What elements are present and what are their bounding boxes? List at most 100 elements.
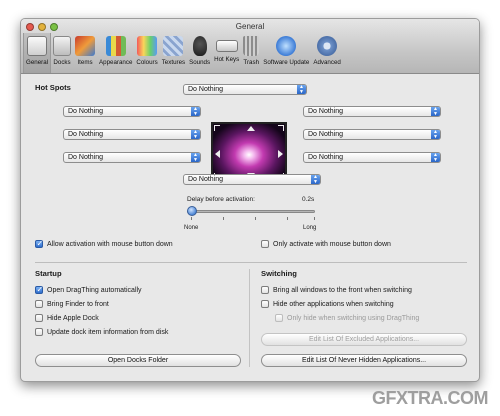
slider-max-label: Long xyxy=(303,225,317,231)
toolbar-colours[interactable]: Colours xyxy=(134,33,159,73)
toolbar-label: Appearance xyxy=(99,59,133,66)
checkbox-label: Bring all windows to the front when swit… xyxy=(273,286,412,294)
popup-value: Do Nothing xyxy=(68,154,104,161)
advanced-icon xyxy=(317,36,338,56)
hot-spot-right-middle-popup[interactable]: Do Nothing ▲ ▼ xyxy=(303,129,441,140)
chevron-up-down-icon: ▲ ▼ xyxy=(431,130,440,139)
toolbar-label: Docks xyxy=(53,59,71,66)
chevron-up-down-icon: ▲ ▼ xyxy=(191,153,200,162)
startup-title: Startup xyxy=(35,269,62,278)
toolbar-label: Hot Keys xyxy=(214,56,240,63)
colours-icon xyxy=(137,36,158,56)
window-title: General xyxy=(235,22,265,31)
hot-spot-right-bottom-popup[interactable]: Do Nothing ▲ ▼ xyxy=(303,152,441,163)
popup-value: Do Nothing xyxy=(188,86,224,93)
corner-marker-icon xyxy=(278,125,284,131)
delay-slider-track[interactable] xyxy=(187,210,315,213)
open-automatically-checkbox[interactable]: Open DragThing automatically xyxy=(35,285,142,294)
delay-value: 0.2s xyxy=(302,196,315,203)
hot-spot-top-popup[interactable]: Do Nothing ▲ ▼ xyxy=(183,84,307,95)
hot-keys-icon xyxy=(215,40,238,52)
hide-apple-dock-checkbox[interactable]: Hide Apple Dock xyxy=(35,314,99,322)
checkbox-box[interactable] xyxy=(261,286,269,294)
checkbox-box[interactable] xyxy=(35,300,43,308)
update-dock-info-checkbox[interactable]: Update dock item information from disk xyxy=(35,328,168,336)
popup-value: Do Nothing xyxy=(68,131,104,138)
delay-label: Delay before activation: xyxy=(187,196,255,203)
hot-spot-left-middle-popup[interactable]: Do Nothing ▲ ▼ xyxy=(63,129,201,140)
checkbox-box[interactable] xyxy=(35,285,43,294)
toolbar-trash[interactable]: Trash xyxy=(241,33,261,73)
slider-min-label: None xyxy=(184,225,199,231)
popup-value: Do Nothing xyxy=(68,108,104,115)
toolbar-label: Trash xyxy=(243,59,260,66)
only-mouse-down-checkbox[interactable]: Only activate with mouse button down xyxy=(261,240,391,248)
toolbar-appearance[interactable]: Appearance xyxy=(97,33,134,73)
checkbox-box[interactable] xyxy=(261,300,269,308)
toolbar-general[interactable]: General xyxy=(23,33,52,73)
hot-spot-left-top-popup[interactable]: Do Nothing ▲ ▼ xyxy=(63,106,201,117)
switching-title: Switching xyxy=(261,269,297,278)
popup-value: Do Nothing xyxy=(308,131,344,138)
allow-mouse-down-checkbox[interactable]: Allow activation with mouse button down xyxy=(35,239,173,248)
hot-spots-title: Hot Spots xyxy=(35,83,71,92)
hot-spot-right-top-popup[interactable]: Do Nothing ▲ ▼ xyxy=(303,106,441,117)
slider-tick xyxy=(223,217,224,220)
appearance-icon xyxy=(105,36,126,56)
checkbox-box[interactable] xyxy=(35,239,43,248)
bring-finder-checkbox[interactable]: Bring Finder to front xyxy=(35,300,109,308)
toolbar-docks[interactable]: Docks xyxy=(51,33,73,73)
open-docks-folder-button[interactable]: Open Docks Folder xyxy=(35,354,241,367)
toolbar-advanced[interactable]: Advanced xyxy=(311,33,343,73)
software-update-icon xyxy=(276,36,297,56)
checkbox-box[interactable] xyxy=(261,240,269,248)
screen-preview xyxy=(211,122,287,182)
slider-tick xyxy=(191,217,192,220)
checkbox-label: Hide other applications when switching xyxy=(273,300,394,308)
checkbox-label: Open DragThing automatically xyxy=(47,286,142,294)
checkbox-box[interactable] xyxy=(275,314,283,322)
edit-never-hidden-apps-button[interactable]: Edit List Of Never Hidden Applications..… xyxy=(261,354,467,367)
popup-value: Do Nothing xyxy=(188,176,224,183)
popup-value: Do Nothing xyxy=(308,154,344,161)
title-bar: General General Docks Items Appearance C… xyxy=(21,19,479,74)
chevron-up-down-icon: ▲ ▼ xyxy=(431,153,440,162)
general-icon xyxy=(27,36,47,56)
hot-spot-bottom-popup[interactable]: Do Nothing ▲ ▼ xyxy=(183,174,321,185)
textures-icon xyxy=(163,36,184,56)
checkbox-box[interactable] xyxy=(35,314,43,322)
slider-tick xyxy=(255,217,256,220)
slider-tick xyxy=(314,217,315,220)
hide-other-apps-checkbox[interactable]: Hide other applications when switching xyxy=(261,300,394,308)
toolbar-label: Items xyxy=(77,59,93,66)
toolbar-software-update[interactable]: Software Update xyxy=(261,33,311,73)
chevron-up-down-icon: ▲ ▼ xyxy=(191,107,200,116)
chevron-up-down-icon: ▲ ▼ xyxy=(311,175,320,184)
toolbar-label: Sounds xyxy=(189,59,211,66)
slider-tick xyxy=(287,217,288,220)
only-hide-dragthing-checkbox[interactable]: Only hide when switching using DragThing xyxy=(275,314,419,322)
docks-icon xyxy=(53,36,72,56)
checkbox-label: Bring Finder to front xyxy=(47,300,109,308)
checkbox-box[interactable] xyxy=(35,328,43,336)
items-icon xyxy=(75,36,96,56)
bring-all-windows-checkbox[interactable]: Bring all windows to the front when swit… xyxy=(261,286,412,294)
toolbar-items[interactable]: Items xyxy=(73,33,97,73)
delay-slider-thumb[interactable] xyxy=(187,206,197,216)
preferences-toolbar: General Docks Items Appearance Colours T… xyxy=(23,33,343,73)
hot-spot-left-bottom-popup[interactable]: Do Nothing ▲ ▼ xyxy=(63,152,201,163)
arrow-left-icon xyxy=(215,150,220,158)
toolbar-textures[interactable]: Textures xyxy=(160,33,187,73)
checkbox-label: Allow activation with mouse button down xyxy=(47,240,173,248)
preferences-window: General General Docks Items Appearance C… xyxy=(20,18,480,382)
checkbox-label: Only hide when switching using DragThing xyxy=(287,314,420,322)
edit-excluded-apps-button[interactable]: Edit List Of Excluded Applications... xyxy=(261,333,467,346)
toolbar-sounds[interactable]: Sounds xyxy=(187,33,212,73)
watermark-text: GFXTRA.COM xyxy=(372,388,489,408)
popup-value: Do Nothing xyxy=(308,108,344,115)
checkbox-label: Update dock item information from disk xyxy=(47,328,169,336)
arrow-right-icon xyxy=(278,150,283,158)
arrow-up-icon xyxy=(247,126,255,131)
toolbar-hot-keys[interactable]: Hot Keys xyxy=(212,33,241,73)
watermark-logo: GFXTRA.COM xyxy=(372,388,489,409)
